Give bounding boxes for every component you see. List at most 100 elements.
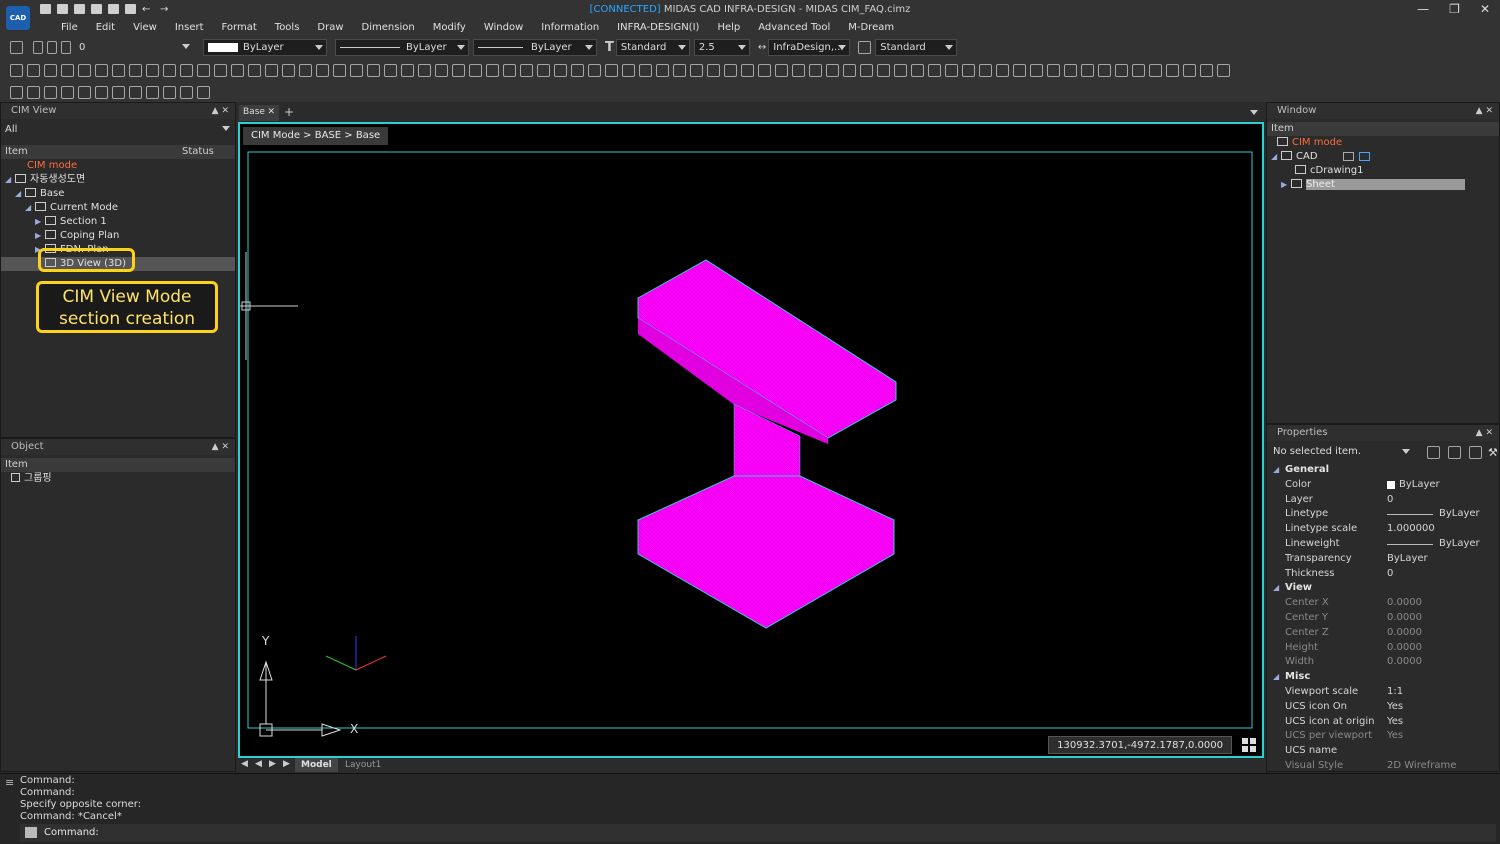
tool-button-icon[interactable] [860,63,873,77]
tool-button-icon[interactable] [1047,63,1060,77]
property-value[interactable]: ByLayer [1387,552,1428,567]
property-row[interactable]: Center Y 0.0000 [1267,611,1499,626]
text-size-dropdown[interactable]: 2.5 [693,38,750,56]
linetype-dropdown[interactable]: ByLayer [335,38,469,56]
tool-button-icon[interactable] [163,63,176,77]
property-row[interactable]: UCS name [1267,744,1499,759]
cim-filter-dropdown[interactable]: All [1,121,233,138]
selection-dropdown[interactable]: No selected item. [1269,444,1413,459]
tree-item-base[interactable]: ◢ Base [1,187,235,201]
tool-button-icon[interactable] [10,63,23,77]
section-expand-icon[interactable]: ◢ [1273,670,1285,685]
tool-button-icon[interactable] [214,63,227,77]
pin-close-icon[interactable]: ▲ ✕ [212,103,229,119]
tool-button-icon[interactable] [571,63,584,77]
collapse-icon[interactable]: ▶ [35,229,45,243]
pickadd-icon[interactable] [1469,446,1482,459]
drawing-viewport[interactable]: CIM Mode > BASE > Base Y X 130932.3701,-… [238,122,1264,758]
tool-button-icon[interactable] [639,63,652,77]
tool-button-icon[interactable] [1166,63,1179,77]
tool-button-icon[interactable] [741,63,754,77]
tab-model[interactable]: Model [295,758,338,772]
tool-button-icon[interactable] [707,63,720,77]
property-row[interactable]: Transparency ByLayer [1267,552,1499,567]
property-row[interactable]: Color ByLayer [1267,478,1499,493]
window-cascade-icon[interactable] [1359,152,1370,161]
property-row[interactable]: Linetype ByLayer [1267,507,1499,522]
color-dropdown[interactable]: ByLayer [203,38,327,56]
tool-button-icon[interactable] [673,63,686,77]
tool-button-icon[interactable] [367,63,380,77]
tool-button-icon[interactable] [129,85,142,99]
layer-state-icon[interactable] [33,40,43,54]
tool-button-icon[interactable] [503,63,516,77]
section-expand-icon[interactable]: ◢ [1273,581,1285,596]
tool-button-icon[interactable] [418,63,431,77]
tool-button-icon[interactable] [1183,63,1196,77]
command-window-grip-icon[interactable]: ≡ [5,776,14,789]
property-value[interactable]: Yes [1387,715,1403,730]
window-item-sheet[interactable]: ▶ Sheet [1267,178,1499,192]
property-value[interactable]: 0.0000 [1387,655,1422,670]
menu-dimension[interactable]: Dimension [353,20,424,36]
property-row[interactable]: UCS per viewport Yes [1267,729,1499,744]
tool-button-icon[interactable] [265,63,278,77]
tool-button-icon[interactable] [129,63,142,77]
tool-button-icon[interactable] [520,63,533,77]
tool-button-icon[interactable] [316,63,329,77]
tool-button-icon[interactable] [775,63,788,77]
property-section[interactable]: ◢ General [1267,463,1499,478]
tool-button-icon[interactable] [78,63,91,77]
property-row[interactable]: Linetype scale 1.000000 [1267,522,1499,537]
menu-infra-design[interactable]: INFRA-DESIGN(I) [608,20,708,36]
tool-button-icon[interactable] [1098,63,1111,77]
tool-button-icon[interactable] [826,63,839,77]
property-row[interactable]: UCS icon On Yes [1267,700,1499,715]
tool-button-icon[interactable] [962,63,975,77]
expand-icon[interactable]: ◢ [15,187,25,201]
table-style-icon[interactable] [858,40,872,54]
tool-button-icon[interactable] [537,63,550,77]
tab-layout1[interactable]: Layout1 [345,758,381,772]
tool-button-icon[interactable] [486,63,499,77]
property-value[interactable]: 0.0000 [1387,611,1422,626]
tool-button-icon[interactable] [384,63,397,77]
property-value[interactable]: ByLayer [1399,478,1440,493]
restore-icon[interactable]: ❐ [1449,2,1460,16]
pin-close-icon[interactable]: ▲ ✕ [1476,425,1493,441]
table-style-dropdown[interactable]: Standard [875,38,958,56]
pin-close-icon[interactable]: ▲ ✕ [212,439,229,455]
tool-button-icon[interactable] [180,85,193,99]
tool-button-icon[interactable] [724,63,737,77]
dim-style-icon[interactable]: ↔ [758,42,766,53]
tool-button-icon[interactable] [27,63,40,77]
wrench-icon[interactable]: ⚒ [1488,446,1498,459]
tool-button-icon[interactable] [435,63,448,77]
property-row[interactable]: Center Z 0.0000 [1267,626,1499,641]
tree-item-section-1[interactable]: ▶ Section 1 [1,215,235,229]
menu-information[interactable]: Information [532,20,608,36]
section-expand-icon[interactable]: ◢ [1273,463,1285,478]
menu-insert[interactable]: Insert [166,20,213,36]
tool-button-icon[interactable] [350,63,363,77]
tool-button-icon[interactable] [622,63,635,77]
tool-button-icon[interactable] [44,85,57,99]
menu-advanced-tool[interactable]: Advanced Tool [749,20,839,36]
property-row[interactable]: Width 0.0000 [1267,655,1499,670]
tool-button-icon[interactable] [1030,63,1043,77]
minimize-icon[interactable]: — [1417,2,1429,16]
tool-button-icon[interactable] [656,63,669,77]
property-row[interactable]: Lineweight ByLayer [1267,537,1499,552]
pin-close-icon[interactable]: ▲ ✕ [1476,103,1493,119]
tool-button-icon[interactable] [146,63,159,77]
close-icon[interactable]: ✕ [1480,2,1490,16]
menu-modify[interactable]: Modify [424,20,475,36]
tool-button-icon[interactable] [282,63,295,77]
tool-button-icon[interactable] [979,63,992,77]
tool-button-icon[interactable] [928,63,941,77]
tool-button-icon[interactable] [1064,63,1077,77]
collapse-icon[interactable]: ▶ [1281,178,1291,192]
property-row[interactable]: Thickness 0 [1267,567,1499,582]
property-value[interactable]: 1:1 [1387,685,1403,700]
tool-button-icon[interactable] [44,63,57,77]
